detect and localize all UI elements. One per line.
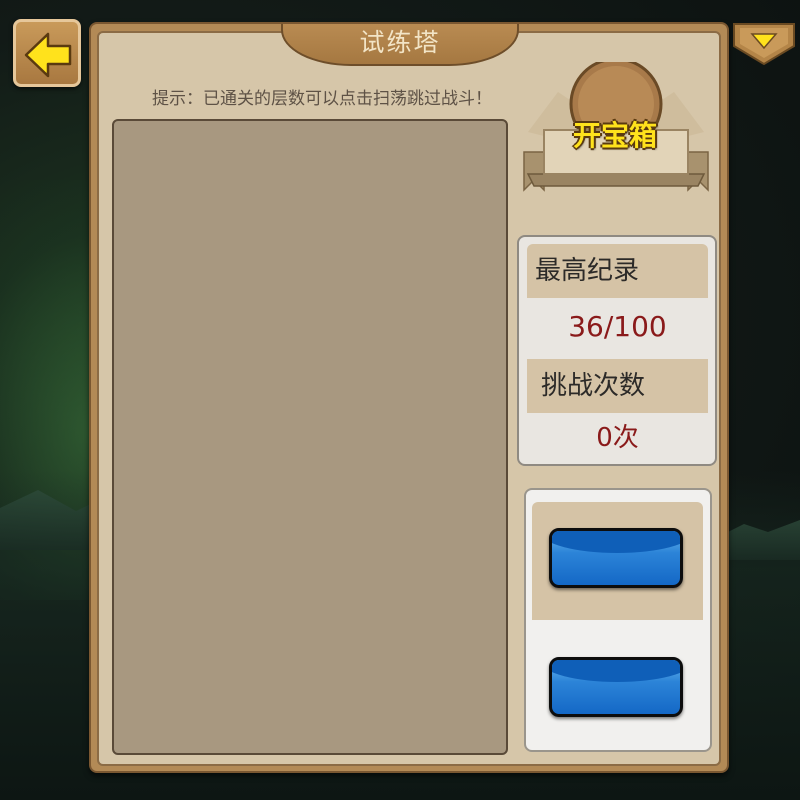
best-record-value: 36/100 <box>568 310 667 343</box>
hint-text: 提示：已通关的层数可以点击扫荡跳过战斗！ <box>152 89 492 109</box>
page-title: 试练塔 <box>359 28 441 57</box>
menu-toggle-button[interactable] <box>732 22 796 66</box>
floor-list[interactable] <box>112 119 508 755</box>
action-button-primary[interactable] <box>549 528 683 588</box>
action-button-secondary[interactable] <box>549 657 683 717</box>
open-chest-button[interactable]: 开宝箱 <box>545 116 685 156</box>
triangle-down-icon <box>733 23 795 66</box>
challenge-count-label: 挑战次数 <box>527 359 708 413</box>
challenge-count-value: 0次 <box>596 423 639 453</box>
best-record-label: 最高纪录 <box>527 244 708 298</box>
arrow-left-icon <box>24 32 72 78</box>
back-button[interactable] <box>13 19 81 87</box>
